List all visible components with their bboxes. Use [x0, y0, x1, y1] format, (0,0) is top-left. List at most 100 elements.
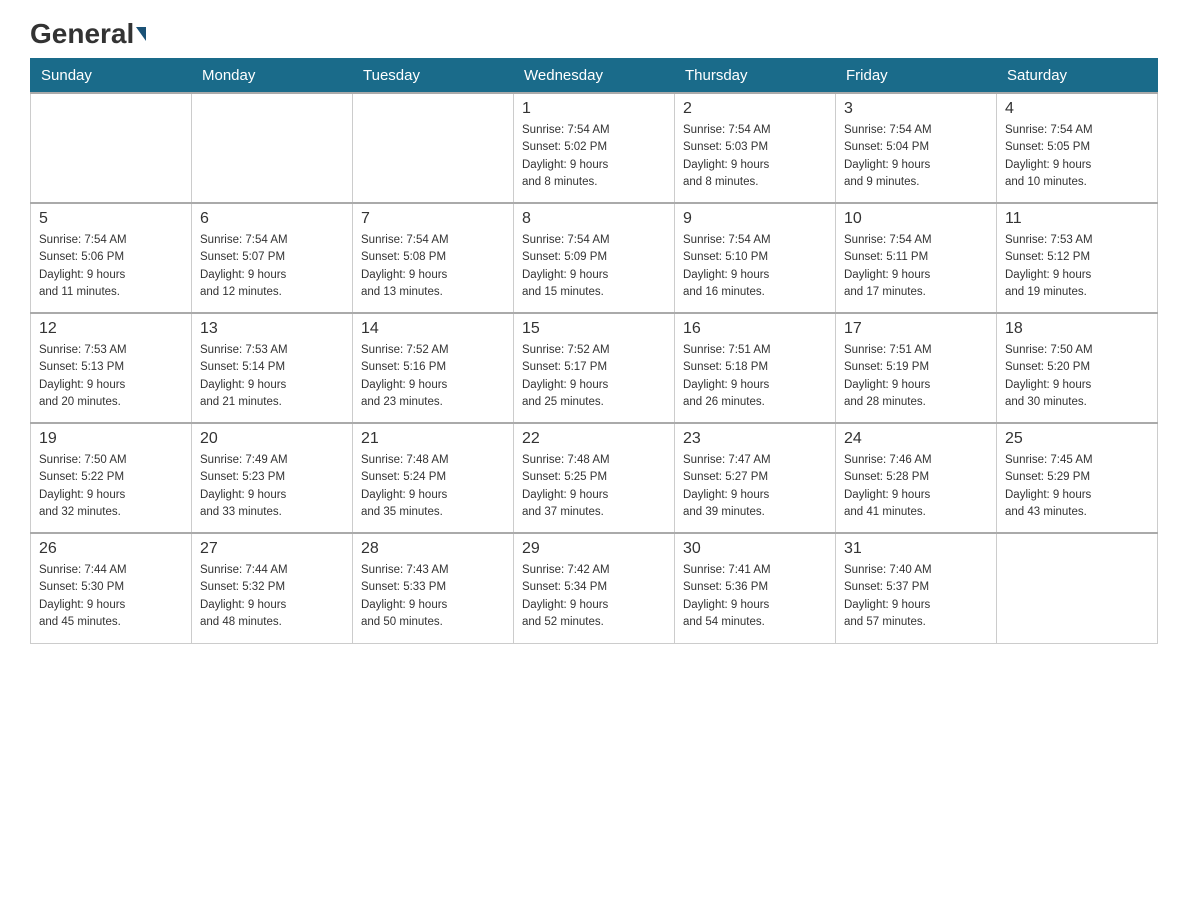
- day-info: Sunrise: 7:54 AMSunset: 5:10 PMDaylight:…: [683, 232, 827, 301]
- day-info: Sunrise: 7:43 AMSunset: 5:33 PMDaylight:…: [361, 562, 505, 631]
- day-number: 14: [361, 320, 505, 338]
- day-number: 9: [683, 210, 827, 228]
- day-number: 10: [844, 210, 988, 228]
- day-number: 26: [39, 540, 183, 558]
- day-info: Sunrise: 7:41 AMSunset: 5:36 PMDaylight:…: [683, 562, 827, 631]
- calendar-cell: [192, 93, 353, 203]
- calendar-cell: 10 Sunrise: 7:54 AMSunset: 5:11 PMDayligh…: [836, 203, 997, 313]
- day-info: Sunrise: 7:46 AMSunset: 5:28 PMDaylight:…: [844, 452, 988, 521]
- calendar-cell: 7 Sunrise: 7:54 AMSunset: 5:08 PMDaylight…: [353, 203, 514, 313]
- calendar-cell: 20Sunrise: 7:49 AMSunset: 5:23 PMDayligh…: [192, 423, 353, 533]
- day-info: Sunrise: 7:50 AMSunset: 5:20 PMDaylight:…: [1005, 342, 1149, 411]
- day-number: 29: [522, 540, 666, 558]
- calendar-cell: 6 Sunrise: 7:54 AMSunset: 5:07 PMDaylight…: [192, 203, 353, 313]
- day-info: Sunrise: 7:48 AMSunset: 5:24 PMDaylight:…: [361, 452, 505, 521]
- calendar-cell: 24 Sunrise: 7:46 AMSunset: 5:28 PMDayligh…: [836, 423, 997, 533]
- day-info: Sunrise: 7:53 AMSunset: 5:12 PMDaylight:…: [1005, 232, 1149, 301]
- day-info: Sunrise: 7:54 AMSunset: 5:04 PMDaylight:…: [844, 122, 988, 191]
- day-info: Sunrise: 7:47 AMSunset: 5:27 PMDaylight:…: [683, 452, 827, 521]
- calendar-cell: 9 Sunrise: 7:54 AMSunset: 5:10 PMDaylight…: [675, 203, 836, 313]
- day-info: Sunrise: 7:54 AMSunset: 5:11 PMDaylight:…: [844, 232, 988, 301]
- calendar-header-saturday: Saturday: [997, 59, 1158, 94]
- day-info: Sunrise: 7:50 AMSunset: 5:22 PMDaylight:…: [39, 452, 183, 521]
- day-number: 20: [200, 430, 344, 448]
- day-info: Sunrise: 7:44 AMSunset: 5:32 PMDaylight:…: [200, 562, 344, 631]
- day-info: Sunrise: 7:54 AMSunset: 5:07 PMDaylight:…: [200, 232, 344, 301]
- day-info: Sunrise: 7:40 AMSunset: 5:37 PMDaylight:…: [844, 562, 988, 631]
- day-number: 23: [683, 430, 827, 448]
- day-number: 4: [1005, 100, 1149, 118]
- day-info: Sunrise: 7:54 AMSunset: 5:02 PMDaylight:…: [522, 122, 666, 191]
- calendar-cell: 1 Sunrise: 7:54 AMSunset: 5:02 PMDaylight…: [514, 93, 675, 203]
- day-number: 1: [522, 100, 666, 118]
- day-number: 21: [361, 430, 505, 448]
- day-number: 22: [522, 430, 666, 448]
- calendar-cell: 19 Sunrise: 7:50 AMSunset: 5:22 PMDayligh…: [31, 423, 192, 533]
- day-number: 25: [1005, 430, 1149, 448]
- day-number: 17: [844, 320, 988, 338]
- day-number: 31: [844, 540, 988, 558]
- calendar-cell: [997, 533, 1158, 643]
- calendar-cell: 13 Sunrise: 7:53 AMSunset: 5:14 PMDayligh…: [192, 313, 353, 423]
- day-info: Sunrise: 7:44 AMSunset: 5:30 PMDaylight:…: [39, 562, 183, 631]
- calendar-table: SundayMondayTuesdayWednesdayThursdayFrid…: [30, 58, 1158, 644]
- calendar-cell: 11 Sunrise: 7:53 AMSunset: 5:12 PMDayligh…: [997, 203, 1158, 313]
- day-info: Sunrise: 7:54 AMSunset: 5:05 PMDaylight:…: [1005, 122, 1149, 191]
- day-number: 13: [200, 320, 344, 338]
- day-number: 15: [522, 320, 666, 338]
- day-info: Sunrise: 7:53 AMSunset: 5:13 PMDaylight:…: [39, 342, 183, 411]
- day-number: 19: [39, 430, 183, 448]
- day-info: Sunrise: 7:48 AMSunset: 5:25 PMDaylight:…: [522, 452, 666, 521]
- day-info: Sunrise: 7:53 AMSunset: 5:14 PMDaylight:…: [200, 342, 344, 411]
- day-info: Sunrise: 7:54 AMSunset: 5:08 PMDaylight:…: [361, 232, 505, 301]
- day-info: Sunrise: 7:51 AMSunset: 5:18 PMDaylight:…: [683, 342, 827, 411]
- day-info: Sunrise: 7:51 AMSunset: 5:19 PMDaylight:…: [844, 342, 988, 411]
- calendar-header-thursday: Thursday: [675, 59, 836, 94]
- calendar-cell: 27 Sunrise: 7:44 AMSunset: 5:32 PMDayligh…: [192, 533, 353, 643]
- week-row-4: 19 Sunrise: 7:50 AMSunset: 5:22 PMDayligh…: [31, 423, 1158, 533]
- day-number: 28: [361, 540, 505, 558]
- logo-arrow-icon: [136, 27, 146, 41]
- calendar-cell: 23 Sunrise: 7:47 AMSunset: 5:27 PMDayligh…: [675, 423, 836, 533]
- day-number: 7: [361, 210, 505, 228]
- calendar-cell: 14Sunrise: 7:52 AMSunset: 5:16 PMDayligh…: [353, 313, 514, 423]
- calendar-cell: 5 Sunrise: 7:54 AMSunset: 5:06 PMDaylight…: [31, 203, 192, 313]
- day-number: 12: [39, 320, 183, 338]
- day-number: 24: [844, 430, 988, 448]
- week-row-2: 5 Sunrise: 7:54 AMSunset: 5:06 PMDaylight…: [31, 203, 1158, 313]
- day-number: 30: [683, 540, 827, 558]
- calendar-cell: [353, 93, 514, 203]
- calendar-cell: 29Sunrise: 7:42 AMSunset: 5:34 PMDayligh…: [514, 533, 675, 643]
- page-header: General: [30, 20, 1158, 48]
- day-info: Sunrise: 7:52 AMSunset: 5:17 PMDaylight:…: [522, 342, 666, 411]
- calendar-cell: 26 Sunrise: 7:44 AMSunset: 5:30 PMDayligh…: [31, 533, 192, 643]
- calendar-header-row: SundayMondayTuesdayWednesdayThursdayFrid…: [31, 59, 1158, 94]
- calendar-cell: 18 Sunrise: 7:50 AMSunset: 5:20 PMDayligh…: [997, 313, 1158, 423]
- day-number: 5: [39, 210, 183, 228]
- day-number: 11: [1005, 210, 1149, 228]
- day-number: 27: [200, 540, 344, 558]
- calendar-cell: 3 Sunrise: 7:54 AMSunset: 5:04 PMDaylight…: [836, 93, 997, 203]
- day-number: 8: [522, 210, 666, 228]
- calendar-cell: 12 Sunrise: 7:53 AMSunset: 5:13 PMDayligh…: [31, 313, 192, 423]
- calendar-header-friday: Friday: [836, 59, 997, 94]
- calendar-cell: 21 Sunrise: 7:48 AMSunset: 5:24 PMDayligh…: [353, 423, 514, 533]
- calendar-header-sunday: Sunday: [31, 59, 192, 94]
- day-number: 6: [200, 210, 344, 228]
- day-number: 18: [1005, 320, 1149, 338]
- logo: General: [30, 20, 146, 48]
- day-number: 2: [683, 100, 827, 118]
- calendar-header-tuesday: Tuesday: [353, 59, 514, 94]
- calendar-cell: 2 Sunrise: 7:54 AMSunset: 5:03 PMDaylight…: [675, 93, 836, 203]
- logo-general: General: [30, 20, 146, 48]
- week-row-1: 1 Sunrise: 7:54 AMSunset: 5:02 PMDaylight…: [31, 93, 1158, 203]
- calendar-header-monday: Monday: [192, 59, 353, 94]
- calendar-cell: 31 Sunrise: 7:40 AMSunset: 5:37 PMDayligh…: [836, 533, 997, 643]
- day-info: Sunrise: 7:54 AMSunset: 5:06 PMDaylight:…: [39, 232, 183, 301]
- day-number: 16: [683, 320, 827, 338]
- day-number: 3: [844, 100, 988, 118]
- day-info: Sunrise: 7:54 AMSunset: 5:03 PMDaylight:…: [683, 122, 827, 191]
- week-row-5: 26 Sunrise: 7:44 AMSunset: 5:30 PMDayligh…: [31, 533, 1158, 643]
- day-info: Sunrise: 7:45 AMSunset: 5:29 PMDaylight:…: [1005, 452, 1149, 521]
- calendar-cell: 17 Sunrise: 7:51 AMSunset: 5:19 PMDayligh…: [836, 313, 997, 423]
